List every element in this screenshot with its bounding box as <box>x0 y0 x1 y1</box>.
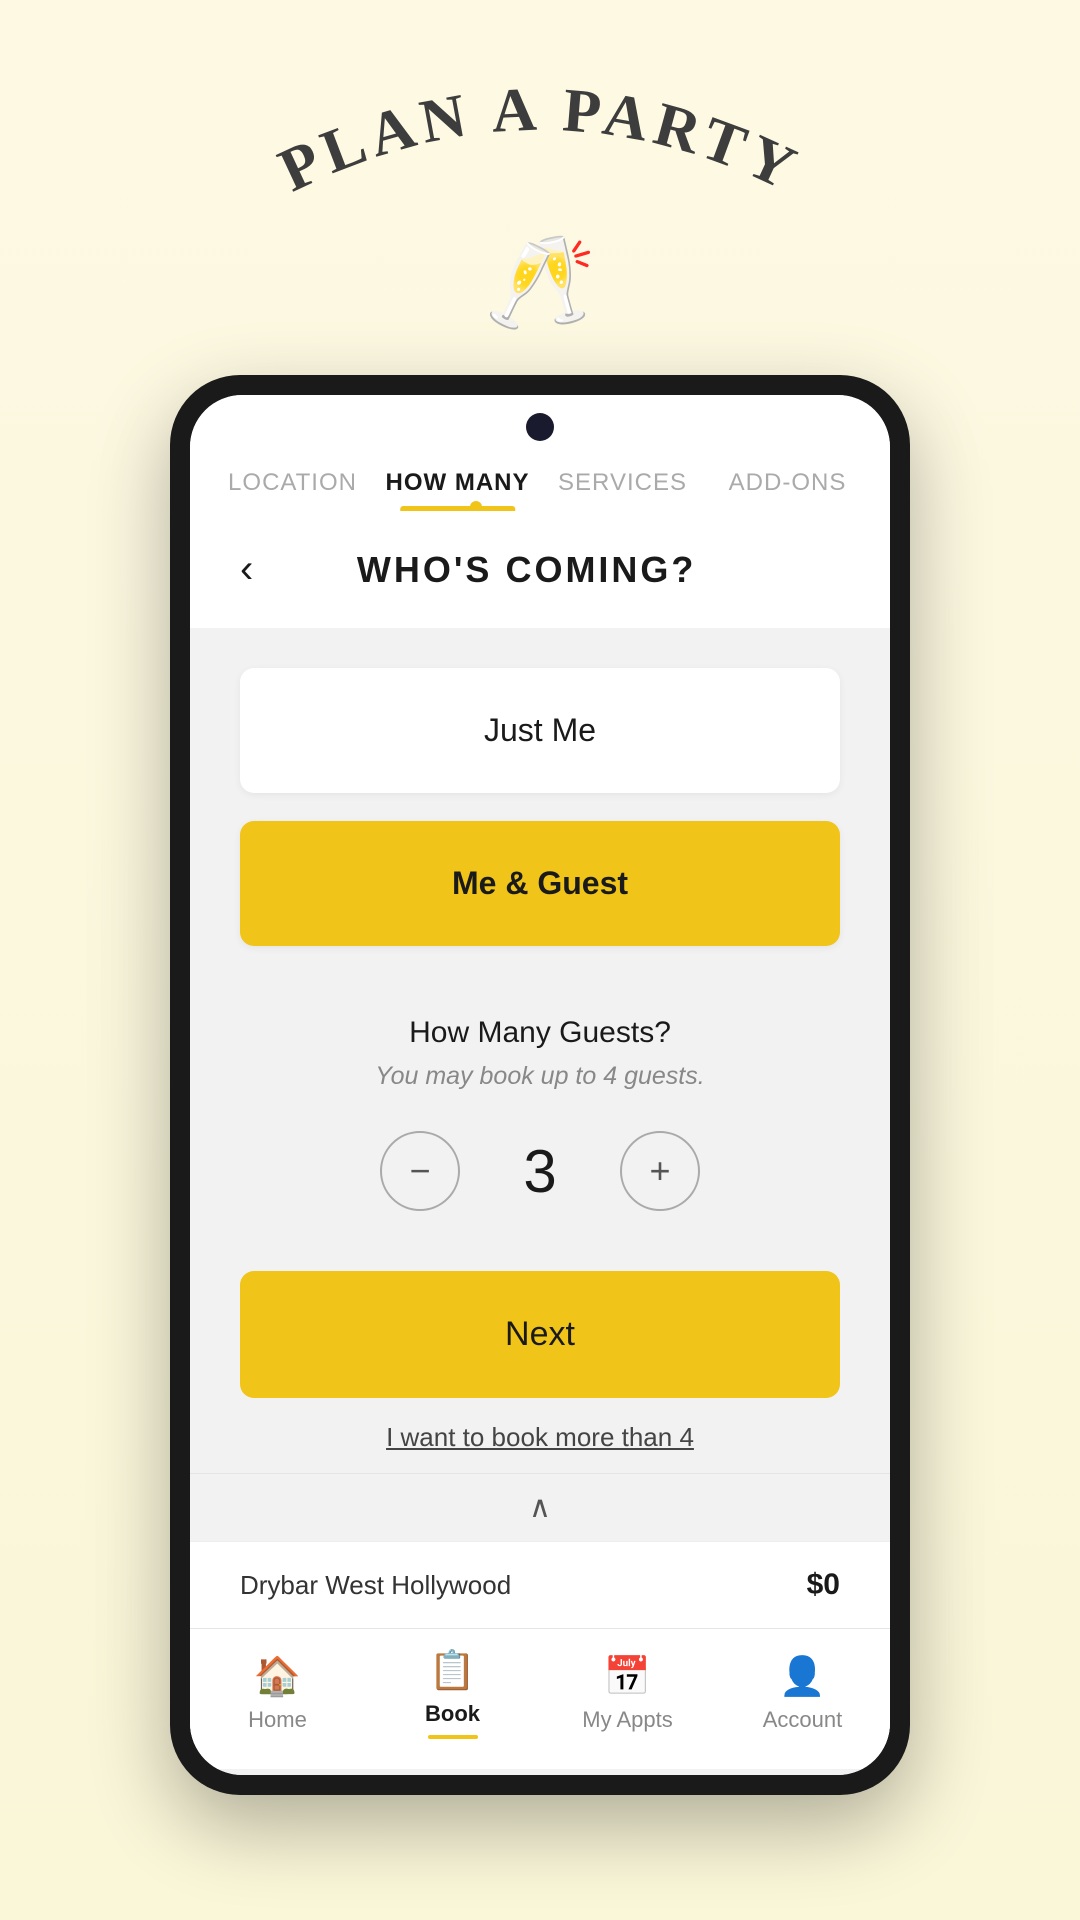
tab-services[interactable]: SERVICES <box>540 451 705 511</box>
summary-chevron[interactable]: ∧ <box>190 1473 890 1541</box>
page-title: WHO'S COMING? <box>253 549 800 591</box>
main-content: ‹ WHO'S COMING? Just Me Me & Guest How M… <box>190 511 890 1775</box>
next-section: Next I want to book more than 4 <box>190 1241 890 1473</box>
decrement-button[interactable]: − <box>380 1131 460 1211</box>
nav-home[interactable]: 🏠 Home <box>190 1655 365 1733</box>
nav-book-label: Book <box>425 1701 480 1727</box>
tab-how-many[interactable]: HOW MANY <box>375 451 540 511</box>
tab-location[interactable]: LOCATION <box>210 451 375 511</box>
top-header: PLAN A PARTY 🥂 <box>230 0 850 335</box>
tab-add-ons[interactable]: ADD-ONS <box>705 451 870 511</box>
champagne-icon: 🥂 <box>484 230 596 335</box>
guests-subtitle: You may book up to 4 guests. <box>375 1062 704 1091</box>
camera-dot <box>526 413 554 441</box>
nav-account-label: Account <box>763 1707 843 1733</box>
bottom-navigation: 🏠 Home 📋 Book 📅 My Appts 👤 Account <box>190 1628 890 1769</box>
book-icon: 📋 <box>429 1649 476 1693</box>
just-me-button[interactable]: Just Me <box>240 668 840 793</box>
page-header: ‹ WHO'S COMING? <box>190 511 890 628</box>
nav-home-label: Home <box>248 1707 307 1733</box>
home-icon: 🏠 <box>254 1655 301 1699</box>
summary-location: Drybar West Hollywood <box>240 1570 511 1601</box>
tab-navigation: LOCATION HOW MANY SERVICES ADD-ONS <box>190 451 890 511</box>
svg-text:PLAN A PARTY: PLAN A PARTY <box>269 80 811 205</box>
nav-account[interactable]: 👤 Account <box>715 1655 890 1733</box>
guests-title: How Many Guests? <box>409 1016 671 1050</box>
camera-notch-area <box>190 395 890 451</box>
me-and-guest-button[interactable]: Me & Guest <box>240 821 840 946</box>
nav-my-appts-label: My Appts <box>582 1707 672 1733</box>
book-more-link[interactable]: I want to book more than 4 <box>386 1422 694 1453</box>
nav-book[interactable]: 📋 Book <box>365 1649 540 1739</box>
guests-counter: − 3 + <box>380 1131 700 1211</box>
nav-my-appts[interactable]: 📅 My Appts <box>540 1655 715 1733</box>
increment-button[interactable]: + <box>620 1131 700 1211</box>
phone-screen: LOCATION HOW MANY SERVICES ADD-ONS ‹ WHO… <box>190 395 890 1775</box>
plan-a-party-arch: PLAN A PARTY <box>230 80 850 220</box>
summary-bar: Drybar West Hollywood $0 <box>190 1541 890 1628</box>
options-area: Just Me Me & Guest <box>190 628 890 986</box>
my-appts-icon: 📅 <box>604 1655 651 1699</box>
next-button[interactable]: Next <box>240 1271 840 1398</box>
back-button[interactable]: ‹ <box>240 547 253 592</box>
summary-price: $0 <box>807 1568 840 1602</box>
guests-section: How Many Guests? You may book up to 4 gu… <box>190 986 890 1241</box>
guests-count: 3 <box>510 1137 570 1206</box>
plan-a-party-text: PLAN A PARTY <box>269 80 811 205</box>
account-icon: 👤 <box>779 1655 826 1699</box>
chevron-up-icon: ∧ <box>529 1490 551 1525</box>
phone-frame: LOCATION HOW MANY SERVICES ADD-ONS ‹ WHO… <box>170 375 910 1795</box>
